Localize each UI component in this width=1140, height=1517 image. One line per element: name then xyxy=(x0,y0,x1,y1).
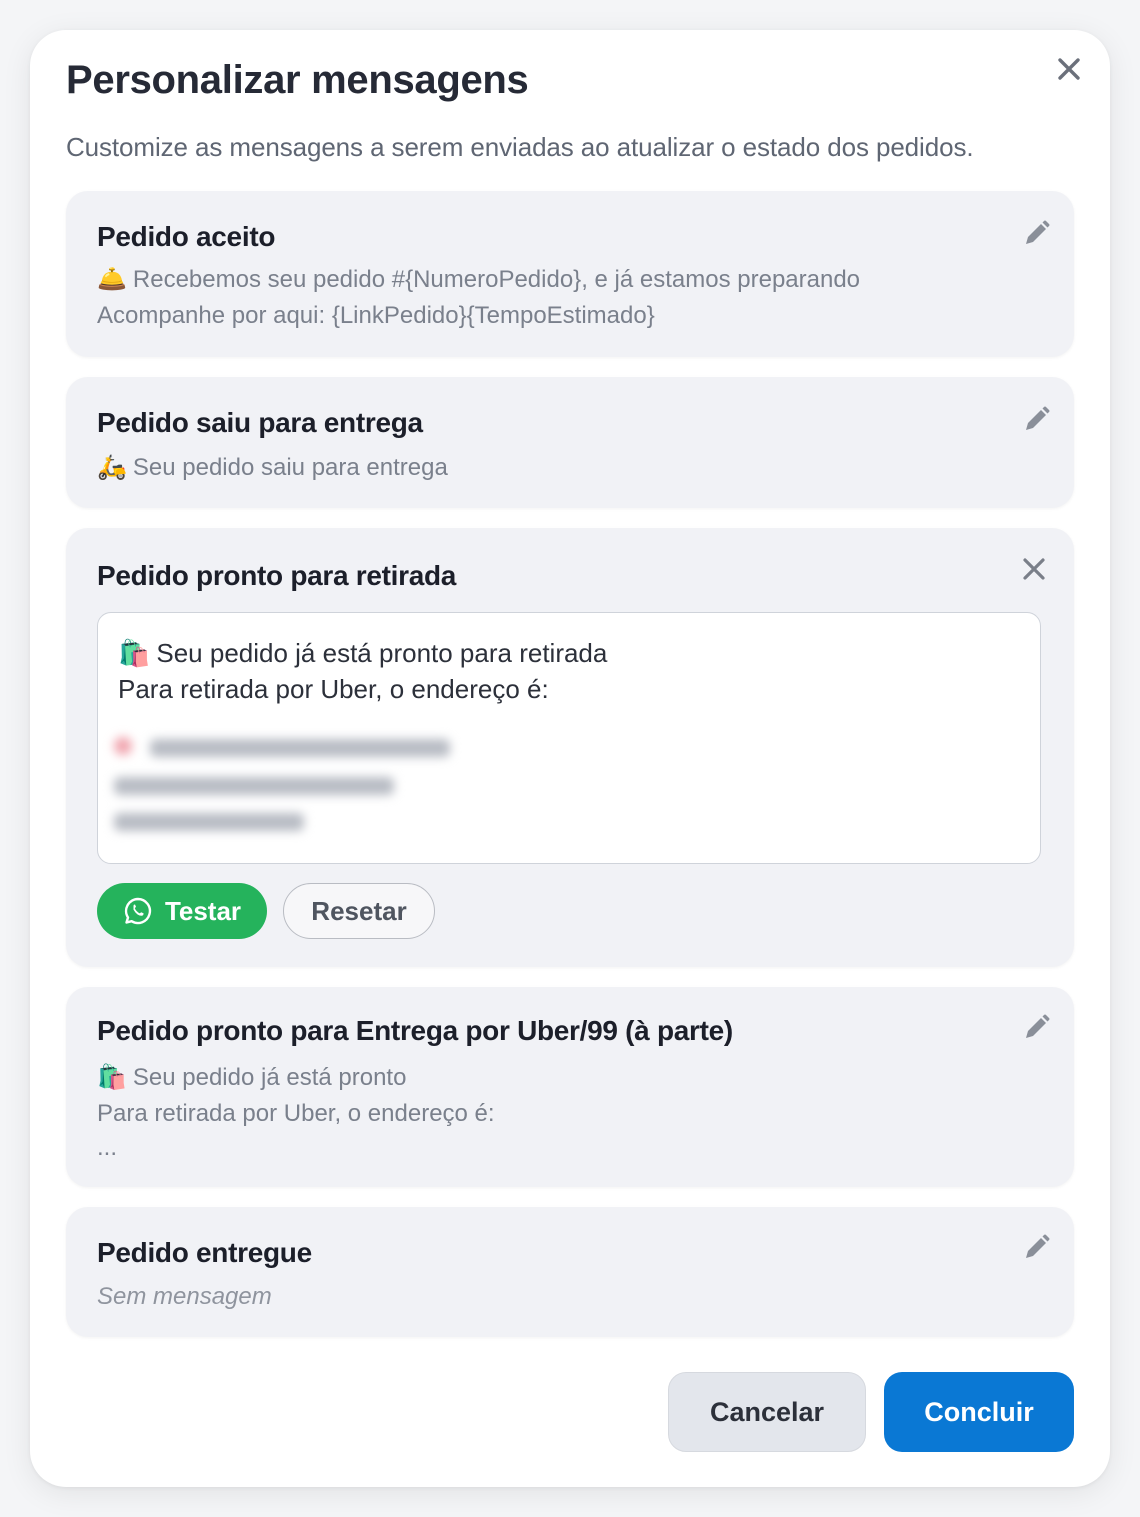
customize-messages-dialog: Personalizar mensagens Customize as mens… xyxy=(30,30,1110,1487)
message-preview-line: Para retirada por Uber, o endereço é: xyxy=(97,1100,495,1127)
message-card-ready-pickup: Pedido pronto para retirada 🛍️ Seu pedido… xyxy=(66,528,1074,967)
card-title: Pedido pronto para retirada xyxy=(97,560,457,591)
edit-pencil-icon[interactable] xyxy=(1020,1232,1052,1264)
test-button-label: Testar xyxy=(164,895,242,926)
whatsapp-icon xyxy=(124,897,152,925)
shopping-bag-icon: 🛍️ xyxy=(97,1064,127,1091)
card-title: Pedido saiu para entrega xyxy=(97,407,423,438)
bell-icon: 🛎️ xyxy=(97,266,127,293)
close-icon[interactable] xyxy=(1054,54,1084,84)
message-textarea[interactable]: 🛍️ Seu pedido já está pronto para retirad… xyxy=(97,612,1041,864)
message-preview-line: 🛍️ Seu pedido já está pronto xyxy=(97,1064,407,1091)
dialog-title: Personalizar mensagens xyxy=(66,58,529,102)
dialog-subtitle: Customize as mensagens a serem enviadas … xyxy=(66,132,974,162)
done-button[interactable]: Concluir xyxy=(884,1372,1074,1452)
message-preview-ellipsis: ... xyxy=(97,1134,118,1161)
message-card-delivered: Pedido entregue Sem mensagem xyxy=(66,1207,1074,1337)
edit-pencil-icon[interactable] xyxy=(1020,218,1052,250)
message-preview-line: 🛵 Seu pedido saiu para entrega xyxy=(97,454,448,481)
test-message-button[interactable]: Testar xyxy=(97,883,267,939)
empty-message-text: Sem mensagem xyxy=(97,1283,272,1310)
textarea-line: Para retirada por Uber, o endereço é: xyxy=(118,674,549,704)
scooter-icon: 🛵 xyxy=(97,454,127,481)
edit-pencil-icon[interactable] xyxy=(1020,1012,1052,1044)
shopping-bag-icon: 🛍️ xyxy=(118,638,151,668)
message-preview-line: Acompanhe por aqui: {LinkPedido}{TempoEs… xyxy=(97,302,655,329)
reset-message-button[interactable]: Resetar xyxy=(283,883,435,939)
redacted-address xyxy=(114,733,454,843)
close-editor-icon[interactable] xyxy=(1020,555,1048,583)
card-title: Pedido entregue xyxy=(97,1237,312,1268)
card-title: Pedido pronto para Entrega por Uber/99 (… xyxy=(97,1015,733,1046)
message-preview-line: 🛎️ Recebemos seu pedido #{NumeroPedido}, … xyxy=(97,266,861,293)
textarea-line: 🛍️ Seu pedido já está pronto para retirad… xyxy=(118,638,608,668)
message-card-accepted: Pedido aceito 🛎️ Recebemos seu pedido #{N… xyxy=(66,191,1074,357)
card-title: Pedido aceito xyxy=(97,221,276,252)
cancel-button[interactable]: Cancelar xyxy=(668,1372,866,1452)
edit-pencil-icon[interactable] xyxy=(1020,404,1052,436)
message-card-ready-uber: Pedido pronto para Entrega por Uber/99 (… xyxy=(66,987,1074,1187)
message-card-out-for-delivery: Pedido saiu para entrega 🛵 Seu pedido sai… xyxy=(66,377,1074,508)
